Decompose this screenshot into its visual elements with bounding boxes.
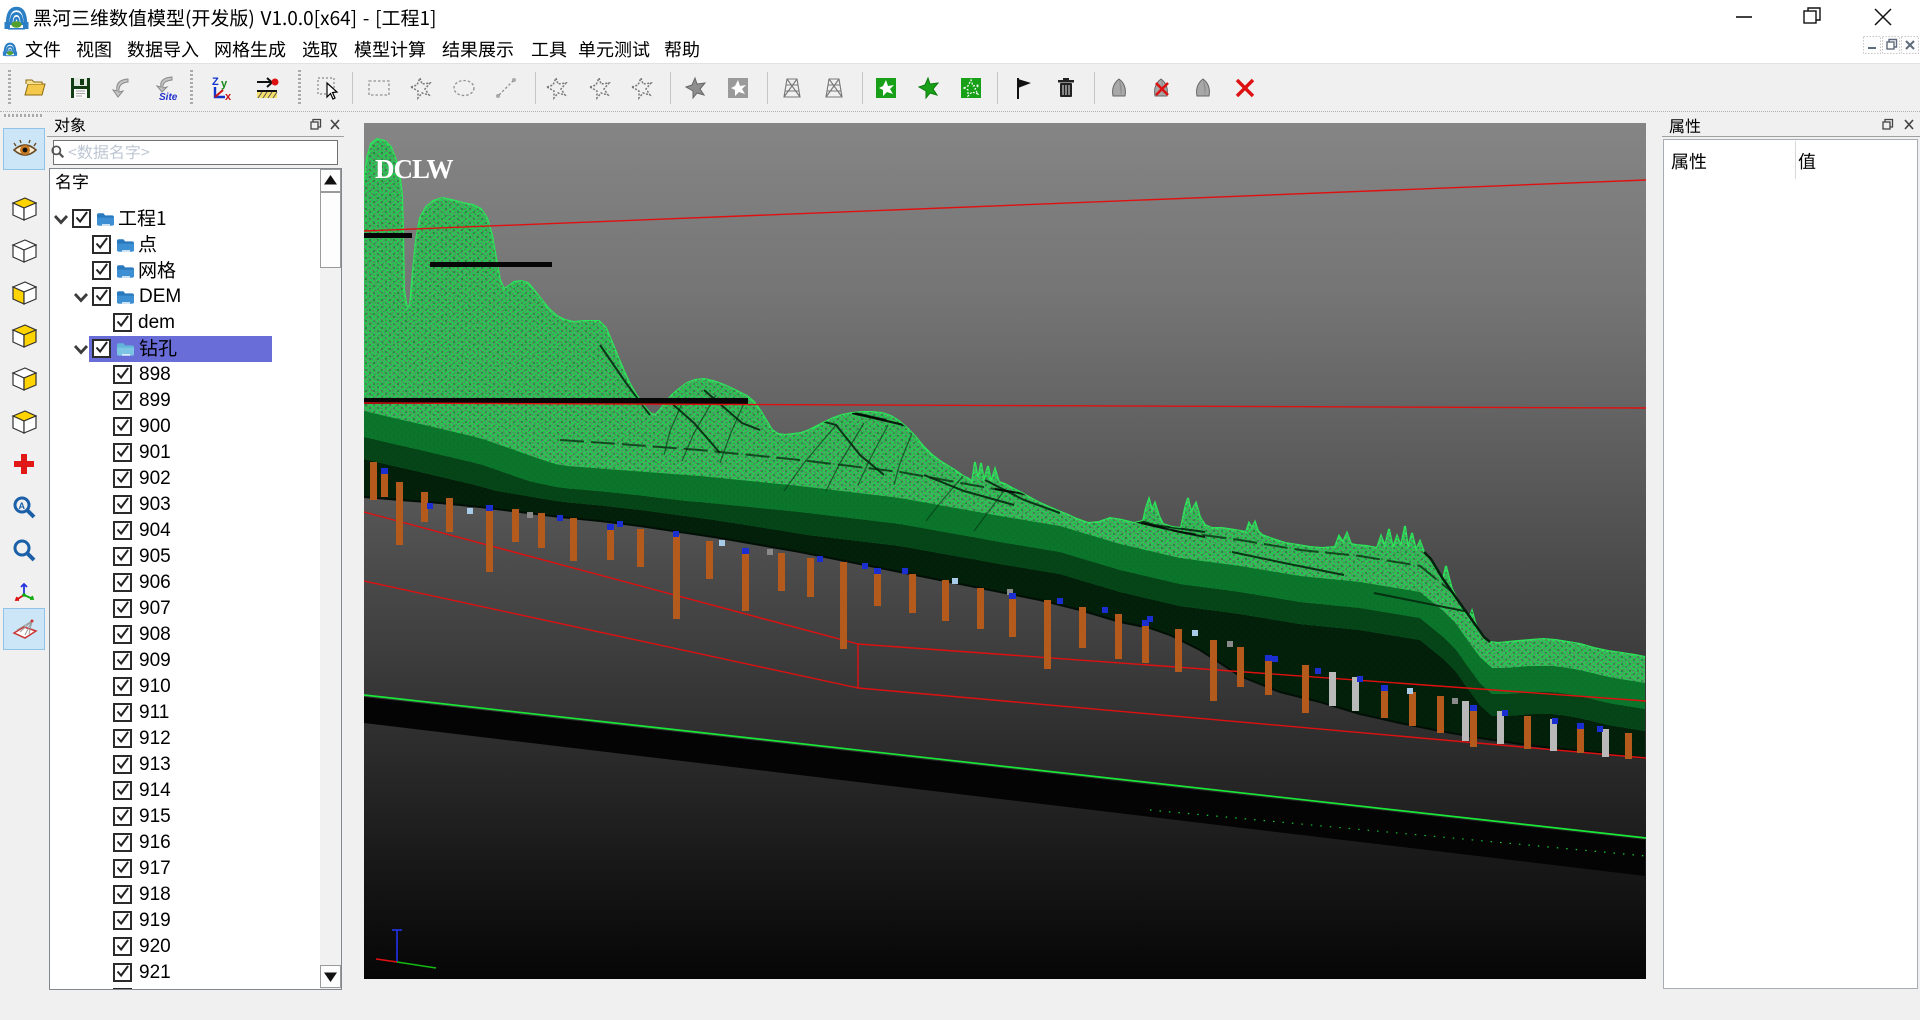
svg-text:Site: Site: [159, 92, 178, 101]
svg-text:A: A: [19, 501, 26, 511]
svg-text:x: x: [225, 91, 232, 101]
svg-text:y: y: [221, 78, 228, 90]
svg-text:Z: Z: [212, 76, 219, 88]
svg-text:DCLW: DCLW: [375, 154, 454, 184]
